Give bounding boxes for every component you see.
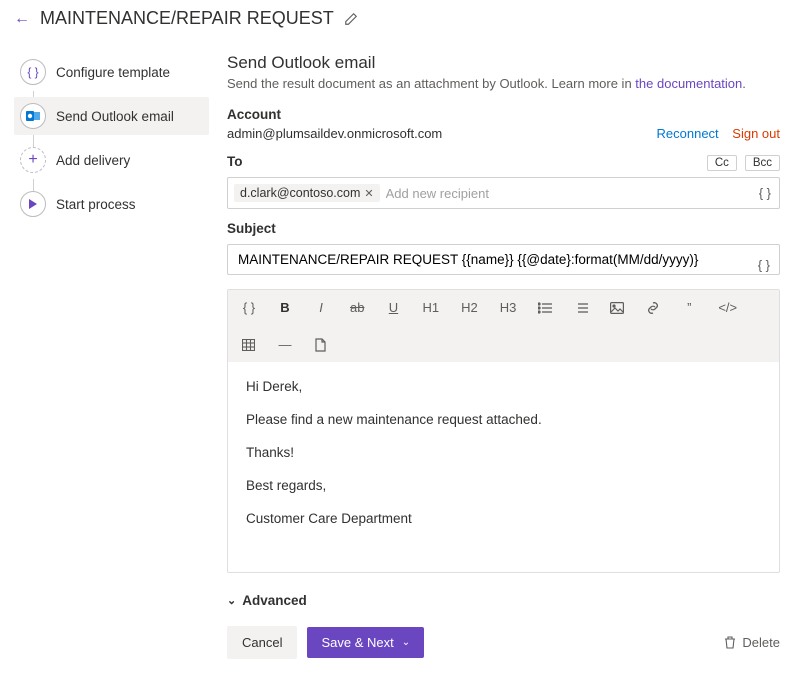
- step-send-outlook-email[interactable]: Send Outlook email: [14, 97, 209, 135]
- step-configure-template[interactable]: { } Configure template: [14, 53, 209, 91]
- outlook-icon: [20, 103, 46, 129]
- bold-button[interactable]: B: [278, 300, 292, 315]
- documentation-link[interactable]: the documentation: [635, 76, 742, 91]
- chevron-down-icon: ⌄: [402, 637, 410, 648]
- editor-toolbar: { } B I ab U H1 H2 H3: [228, 290, 779, 362]
- image-icon[interactable]: [610, 302, 624, 314]
- save-next-button[interactable]: Save & Next ⌄: [307, 627, 424, 658]
- body-line: Best regards,: [246, 477, 761, 496]
- step-label: Add delivery: [56, 153, 130, 168]
- step-start-process[interactable]: Start process: [14, 185, 209, 223]
- step-label: Start process: [56, 197, 136, 212]
- to-field[interactable]: d.clark@contoso.com ✕ { }: [227, 177, 780, 209]
- add-recipient-input[interactable]: [386, 186, 749, 201]
- save-next-label: Save & Next: [321, 635, 393, 650]
- h2-button[interactable]: H2: [461, 300, 478, 315]
- step-label: Send Outlook email: [56, 109, 174, 124]
- rich-text-editor: { } B I ab U H1 H2 H3: [227, 289, 780, 573]
- attachment-icon[interactable]: [314, 338, 328, 352]
- h3-button[interactable]: H3: [500, 300, 517, 315]
- play-icon: [20, 191, 46, 217]
- table-icon[interactable]: [242, 339, 256, 351]
- bcc-button[interactable]: Bcc: [745, 155, 780, 171]
- sidebar: { } Configure template Send Outlook emai…: [14, 39, 209, 659]
- braces-icon: { }: [20, 59, 46, 85]
- recipient-chip[interactable]: d.clark@contoso.com ✕: [234, 184, 380, 202]
- token-picker-icon[interactable]: { }: [758, 257, 770, 272]
- advanced-label: Advanced: [242, 593, 307, 608]
- edit-title-icon[interactable]: [344, 12, 358, 26]
- page-title: MAINTENANCE/REPAIR REQUEST: [40, 8, 334, 29]
- back-icon[interactable]: ←: [14, 11, 30, 27]
- recipient-chip-text: d.clark@contoso.com: [240, 186, 360, 200]
- insert-token-icon[interactable]: { }: [242, 300, 256, 315]
- delete-label: Delete: [742, 635, 780, 650]
- italic-button[interactable]: I: [314, 300, 328, 315]
- to-label: To: [227, 154, 243, 169]
- quote-button[interactable]: ”: [682, 300, 696, 315]
- hr-button[interactable]: —: [278, 337, 292, 352]
- remove-recipient-icon[interactable]: ✕: [364, 187, 373, 200]
- cc-button[interactable]: Cc: [707, 155, 737, 171]
- step-add-delivery[interactable]: + Add delivery: [14, 141, 209, 179]
- chevron-down-icon: ⌄: [227, 594, 236, 607]
- strike-button[interactable]: ab: [350, 300, 364, 315]
- plus-icon: +: [20, 147, 46, 173]
- body-line: Please find a new maintenance request at…: [246, 411, 761, 430]
- step-label: Configure template: [56, 65, 170, 80]
- reconnect-link[interactable]: Reconnect: [657, 126, 719, 141]
- body-line: Hi Derek,: [246, 378, 761, 397]
- panel-desc-suffix: .: [742, 76, 746, 91]
- panel-description: Send the result document as an attachmen…: [227, 76, 780, 91]
- subject-label: Subject: [227, 221, 780, 236]
- underline-button[interactable]: U: [386, 300, 400, 315]
- panel-desc-text: Send the result document as an attachmen…: [227, 76, 635, 91]
- link-icon[interactable]: [646, 302, 660, 314]
- ordered-list-icon[interactable]: [574, 302, 588, 314]
- h1-button[interactable]: H1: [422, 300, 439, 315]
- editor-body[interactable]: Hi Derek, Please find a new maintenance …: [228, 362, 779, 572]
- main-panel: Send Outlook email Send the result docum…: [227, 39, 786, 659]
- advanced-toggle[interactable]: ⌄ Advanced: [227, 593, 780, 608]
- trash-icon: [724, 636, 736, 649]
- panel-title: Send Outlook email: [227, 53, 780, 73]
- subject-input[interactable]: [227, 244, 780, 275]
- signout-link[interactable]: Sign out: [732, 126, 780, 141]
- token-picker-icon[interactable]: { }: [759, 186, 771, 201]
- code-button[interactable]: </>: [718, 300, 737, 315]
- cancel-button[interactable]: Cancel: [227, 626, 297, 659]
- unordered-list-icon[interactable]: [538, 302, 552, 314]
- account-email: admin@plumsaildev.onmicrosoft.com: [227, 126, 442, 141]
- body-line: Thanks!: [246, 444, 761, 463]
- body-line: Customer Care Department: [246, 510, 761, 529]
- account-label: Account: [227, 107, 780, 122]
- delete-button[interactable]: Delete: [724, 635, 780, 650]
